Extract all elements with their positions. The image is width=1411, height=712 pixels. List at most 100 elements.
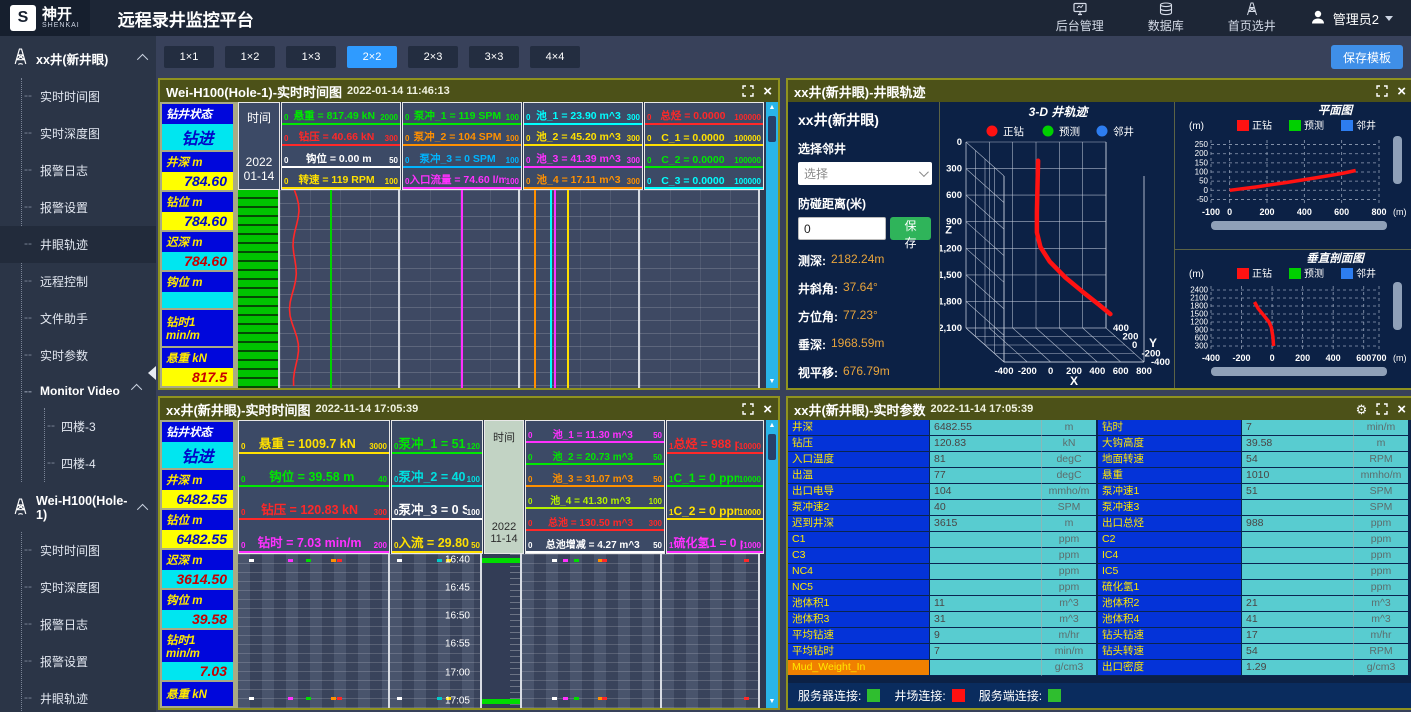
sidebar-item-报警日志[interactable]: 报警日志 (22, 152, 156, 189)
field-value: 37.64° (843, 280, 878, 297)
close-icon[interactable]: × (763, 84, 772, 99)
trajectory-field: 测深:2182.24m (798, 252, 931, 269)
track-body (390, 554, 482, 708)
panel-realtime-chart-wei: Wei-H100(Hole-1)-实时时间图 2022-01-14 11:46:… (158, 78, 780, 390)
svg-text:0: 0 (957, 137, 962, 148)
curve-max: 2000 (380, 113, 398, 123)
param-unit: m^3 (1354, 596, 1410, 612)
curve-header: 1C_1 = 0 ppm10000 (667, 454, 763, 487)
sidebar-item-Monitor Video[interactable]: Monitor Video (22, 374, 156, 408)
layout-button-1×1[interactable]: 1×1 (164, 46, 214, 68)
panel-header: xx井(新井眼)-实时参数 2022-11-14 17:05:39 ⚙ × (788, 398, 1411, 420)
gear-icon[interactable]: ⚙ (1356, 403, 1368, 416)
panel-timestamp: 2022-11-14 17:05:39 (930, 403, 1033, 415)
curve-header: 0泵冲_3 = 0 SPM100 (392, 487, 482, 520)
close-icon[interactable]: × (763, 402, 772, 417)
layout-button-4×4[interactable]: 4×4 (530, 46, 580, 68)
curve-text: 钩位 = 0.00 m (288, 151, 389, 166)
anticollision-distance-input[interactable] (798, 217, 886, 240)
svg-text:邻井: 邻井 (1356, 119, 1376, 132)
topbar-menu-数据库[interactable]: 数据库 (1123, 2, 1209, 34)
expand-icon[interactable] (742, 403, 754, 415)
curve-text: 总池 = 130.50 m^3 (532, 514, 648, 529)
curve-text: 入流 = 29.80 l/s (398, 532, 471, 551)
neighbor-well-label: 选择邻井 (798, 140, 931, 157)
sidebar-item-实时深度图[interactable]: 实时深度图 (22, 115, 156, 152)
vertical-scrollbar[interactable]: ▲▼ (766, 420, 778, 708)
time-column-header: 时间202211-14 (484, 420, 524, 554)
expand-icon[interactable] (742, 85, 754, 97)
scroll-down-icon[interactable]: ▼ (769, 376, 776, 388)
data-point (288, 559, 293, 562)
sidebar-item-四楼-3[interactable]: 四楼-3 (45, 408, 156, 445)
sidebar: xx井(新井眼)实时时间图实时深度图报警日志报警设置井眼轨迹远程控制文件助手实时… (0, 36, 156, 712)
curve-line (534, 190, 536, 388)
svg-text:800: 800 (1371, 207, 1386, 217)
param-label: 大钩高度 (1098, 436, 1242, 452)
layout-button-3×3[interactable]: 3×3 (469, 46, 519, 68)
sidebar-collapse-arrow[interactable] (148, 366, 156, 380)
close-icon[interactable]: × (1397, 402, 1406, 417)
sidebar-item-实时时间图[interactable]: 实时时间图 (22, 532, 156, 569)
save-template-button[interactable]: 保存模板 (1331, 45, 1403, 69)
user-menu[interactable]: 管理员2 (1295, 8, 1411, 29)
sidebar-well-xx井(新井眼)[interactable]: xx井(新井眼) (0, 36, 156, 78)
sidebar-item-实时参数[interactable]: 实时参数 (22, 337, 156, 374)
sidebar-well-Wei-H100(Hole-1)[interactable]: Wei-H100(Hole-1) (0, 482, 156, 532)
sidebar-item-井眼轨迹[interactable]: 井眼轨迹 (22, 680, 156, 712)
vertical-scrollbar[interactable]: ▲▼ (766, 102, 778, 388)
sidebar-item-实时深度图[interactable]: 实时深度图 (22, 569, 156, 606)
layout-button-2×3[interactable]: 2×3 (408, 46, 458, 68)
param-label: 钻井状态 (162, 422, 233, 442)
param-block: 钩位 m39.58 (162, 590, 233, 628)
param-label: 池体积4 (1098, 612, 1242, 628)
curve-max: 300 (649, 519, 662, 529)
data-point (552, 697, 557, 700)
layout-button-1×3[interactable]: 1×3 (286, 46, 336, 68)
neighbor-well-select[interactable]: 选择 (798, 162, 932, 185)
sidebar-item-远程控制[interactable]: 远程控制 (22, 263, 156, 300)
sidebar-item-文件助手[interactable]: 文件助手 (22, 300, 156, 337)
svg-text:0: 0 (1048, 366, 1053, 377)
vertical-scrollbar[interactable] (1393, 282, 1402, 330)
expand-icon[interactable] (1376, 85, 1388, 97)
sidebar-item-报警日志[interactable]: 报警日志 (22, 606, 156, 643)
user-icon (1309, 8, 1327, 29)
param-value: 3614.50 (162, 570, 233, 588)
layout-button-2×2[interactable]: 2×2 (347, 46, 397, 68)
scroll-thumb[interactable] (768, 434, 776, 460)
svg-text:600: 600 (1334, 207, 1349, 217)
horizontal-scrollbar[interactable] (1211, 221, 1387, 230)
param-column: 钻井状态钻进井深 m6482.55钻位 m6482.55迟深 m3614.50钩… (160, 420, 238, 708)
sidebar-item-井眼轨迹[interactable]: 井眼轨迹 (0, 226, 156, 263)
svg-text:-200: -200 (1018, 366, 1037, 377)
param-value: 39.58 (1242, 436, 1354, 452)
sidebar-item-四楼-4[interactable]: 四楼-4 (45, 445, 156, 482)
layout-button-1×2[interactable]: 1×2 (225, 46, 275, 68)
param-block: 悬重 kN (162, 682, 233, 706)
topbar-menu-后台管理[interactable]: 后台管理 (1037, 2, 1123, 34)
sidebar-item-报警设置[interactable]: 报警设置 (22, 189, 156, 226)
expand-icon[interactable] (1376, 403, 1388, 415)
scroll-up-icon[interactable]: ▲ (769, 420, 776, 432)
scroll-thumb[interactable] (768, 116, 776, 142)
svg-text:邻井: 邻井 (1356, 267, 1376, 280)
scroll-up-icon[interactable]: ▲ (769, 102, 776, 114)
time-column-body[interactable] (482, 554, 522, 708)
vertical-scrollbar[interactable] (1393, 136, 1402, 184)
svg-text:300: 300 (946, 164, 962, 175)
svg-text:0: 0 (1204, 186, 1209, 195)
param-block: 钻时1min/m7.03 (162, 630, 233, 680)
close-icon[interactable]: × (1397, 84, 1406, 99)
curve-max: 100 (506, 156, 519, 166)
horizontal-scrollbar[interactable] (1211, 367, 1387, 376)
plan-view-plot: 平面图(m)正钻预测邻井250200150100500-50-100020040… (1175, 102, 1411, 250)
svg-text:1,200: 1,200 (940, 243, 962, 254)
param-value (1242, 548, 1354, 564)
save-distance-button[interactable]: 保存 (890, 217, 931, 240)
topbar-menu-首页选井[interactable]: 首页选井 (1209, 2, 1295, 34)
scroll-down-icon[interactable]: ▼ (769, 696, 776, 708)
param-label: 泵冲速2 (788, 500, 930, 516)
sidebar-item-实时时间图[interactable]: 实时时间图 (22, 78, 156, 115)
sidebar-item-报警设置[interactable]: 报警设置 (22, 643, 156, 680)
